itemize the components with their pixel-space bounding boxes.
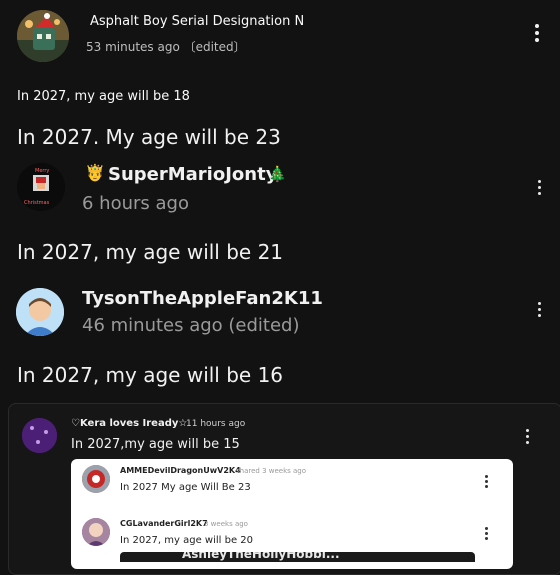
comment-meta: 6 hours ago — [82, 193, 189, 214]
inner-comment-author[interactable]: AMMEDevilDragonUwV2K4 — [120, 466, 241, 475]
embedded-video-banner[interactable]: AshleyTheHollyHobbi... — [120, 552, 475, 562]
card-comment-text: In 2027,my age will be 15 — [71, 437, 240, 452]
more-vertical-icon[interactable] — [532, 302, 546, 317]
comment-author[interactable]: TysonTheAppleFan2K11 — [82, 288, 323, 309]
inner-comment-meta: shared 3 weeks ago — [236, 467, 307, 475]
avatar-asphalt-boy[interactable] — [17, 10, 69, 62]
tree-emoji: 🎄 — [268, 165, 287, 183]
card-comment-author[interactable]: ♡Kera loves Iready☆ — [71, 418, 187, 429]
avatar-cglavandergirl[interactable] — [82, 518, 110, 546]
inner-comment-meta: 3 weeks ago — [204, 520, 248, 528]
kera-avatar-art — [22, 418, 57, 453]
ammedevil-avatar-art — [82, 465, 110, 493]
comment-text: In 2027, my age will be 18 — [17, 89, 190, 104]
avatar-kera[interactable] — [22, 418, 57, 453]
avatar-tysontheapplefan[interactable] — [16, 288, 64, 336]
avatar-caption-bottom: Christmas — [24, 200, 50, 206]
more-vertical-icon[interactable] — [479, 475, 493, 488]
asphalt-boy-avatar-art — [17, 10, 69, 62]
comment-meta: 53 minutes ago 〔edited〕 — [86, 40, 246, 54]
comment-meta: 46 minutes ago (edited) — [82, 315, 300, 336]
crown-emoji: 🤴 — [85, 163, 105, 182]
more-vertical-icon[interactable] — [530, 24, 544, 42]
more-vertical-icon[interactable] — [520, 429, 534, 444]
inner-comment-text: In 2027, my age will be 20 — [120, 535, 254, 546]
avatar-caption-top: Merry — [35, 168, 50, 174]
card-comment-meta: 11 hours ago — [186, 419, 246, 429]
comment-text: In 2027. My age will be 23 — [17, 125, 281, 149]
cglavander-avatar-art — [82, 518, 110, 546]
inner-comment-text: In 2027 My age Will Be 23 — [120, 482, 251, 493]
comment-text: In 2027, my age will be 21 — [17, 240, 284, 264]
comment-author[interactable]: Asphalt Boy Serial Designation N — [90, 14, 304, 29]
tyson-avatar-art — [16, 288, 64, 336]
comment-author[interactable]: SuperMarioJonty — [108, 164, 277, 185]
comment-text: In 2027, my age will be 16 — [17, 363, 284, 387]
more-vertical-icon[interactable] — [532, 180, 546, 195]
avatar-ammedevildragon[interactable] — [82, 465, 110, 493]
inner-comment-author[interactable]: CGLavanderGirl2K7 — [120, 519, 208, 528]
more-vertical-icon[interactable] — [479, 527, 493, 540]
